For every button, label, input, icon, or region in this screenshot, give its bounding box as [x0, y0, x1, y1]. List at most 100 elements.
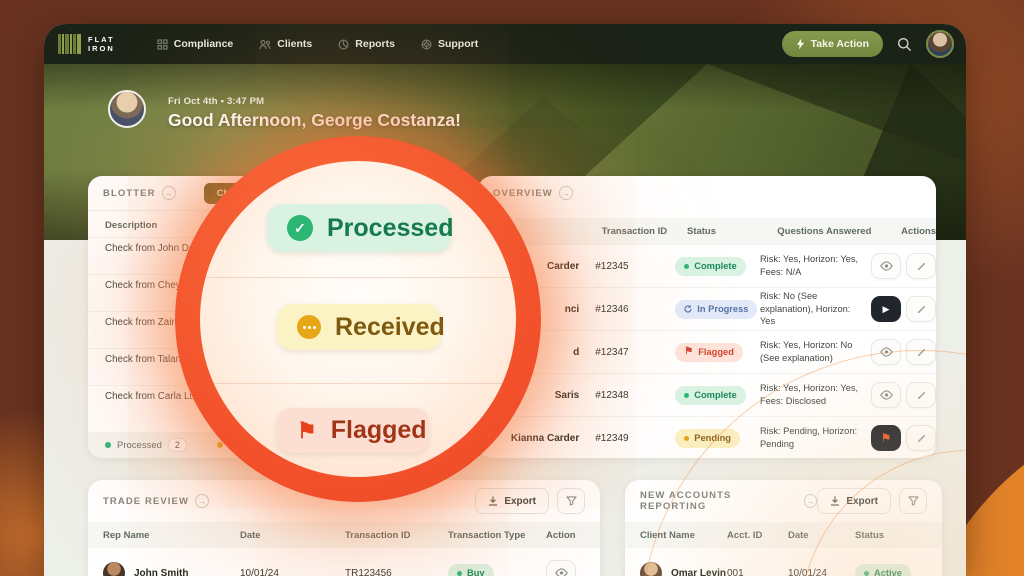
greeting-datetime: Fri Oct 4th • 3:47 PM	[168, 96, 264, 107]
status-badge-pending: Pending	[675, 428, 740, 448]
take-action-button[interactable]: Take Action	[781, 31, 883, 57]
overview-row[interactable]: Saris #12348 Complete Risk: Yes, Horizon…	[478, 373, 936, 416]
greeting-separator: •	[220, 96, 225, 107]
col-acct-id: Acct. ID	[727, 529, 763, 541]
view-button[interactable]	[546, 560, 576, 576]
magnified-divider	[200, 277, 516, 278]
status-dot-icon	[684, 263, 690, 269]
col-action: Action	[546, 529, 576, 541]
download-icon	[831, 496, 840, 506]
flag-icon: ⚑	[684, 346, 694, 357]
view-button[interactable]	[871, 253, 901, 279]
accounts-table-header: Client Name Acct. ID Date Status	[625, 522, 942, 548]
nav-item-compliance[interactable]: Compliance	[157, 38, 234, 50]
lifebuoy-icon	[421, 38, 432, 50]
overview-row[interactable]: Carder #12345 Complete Risk: Yes, Horizo…	[478, 244, 936, 287]
pencil-icon	[917, 434, 925, 442]
search-icon[interactable]	[897, 37, 912, 52]
status-badge-active: Active	[855, 563, 911, 576]
col-date: Date	[788, 529, 809, 541]
status-label: Pending	[694, 433, 731, 443]
nav-item-reports[interactable]: Reports	[338, 38, 395, 50]
col-questions: Questions Answered	[777, 225, 872, 237]
transaction-id: #12348	[595, 389, 629, 401]
flag-action-button[interactable]: ⚑	[871, 425, 901, 451]
processed-counter-label: Processed	[117, 439, 162, 451]
nav-menu: Compliance Clients Reports Support	[157, 38, 478, 50]
status-label: Complete	[694, 261, 737, 271]
arrow-circle-icon[interactable]: →	[558, 186, 573, 200]
trade-row[interactable]: John Smith 10/01/24 TR123456 Buy	[88, 556, 600, 576]
nav-label: Clients	[277, 38, 313, 50]
col-transaction-id: Transaction ID	[601, 225, 668, 237]
trade-date: 10/01/24	[240, 567, 279, 576]
overview-table-header: Transaction ID Status Questions Answered…	[478, 218, 936, 244]
check-circle-icon: ✓	[287, 215, 313, 241]
edit-button[interactable]	[906, 425, 936, 451]
filter-button[interactable]	[899, 488, 927, 514]
col-rep-name: Rep Name	[103, 529, 150, 541]
take-action-label: Take Action	[810, 38, 869, 50]
edit-button[interactable]	[906, 382, 936, 408]
nav-label: Support	[437, 38, 479, 50]
arrow-circle-icon[interactable]: →	[195, 494, 210, 508]
new-accounts-title: NEW ACCOUNTS REPORTING	[640, 490, 732, 512]
export-label: Export	[846, 495, 878, 507]
view-button[interactable]	[871, 339, 901, 365]
trade-transaction-id: TR123456	[345, 567, 392, 576]
funnel-icon	[565, 496, 577, 506]
play-button[interactable]: ▶	[871, 296, 901, 322]
col-status: Status	[686, 225, 717, 237]
export-button[interactable]: Export	[817, 488, 891, 514]
sync-icon	[684, 305, 692, 313]
new-accounts-card: NEW ACCOUNTS REPORTING → Export Client N…	[625, 480, 942, 576]
eye-icon	[554, 568, 568, 576]
badge-label: Received	[335, 312, 445, 341]
filter-button[interactable]	[557, 488, 585, 514]
brand-line2: IRON	[88, 44, 115, 53]
new-accounts-header: NEW ACCOUNTS REPORTING → Export	[625, 480, 942, 522]
user-avatar[interactable]	[926, 30, 954, 58]
arrow-circle-icon[interactable]: →	[161, 186, 176, 200]
magnifier-overlay: ✓ Processed Received ⚑ Flagged	[175, 136, 541, 502]
client-avatar	[640, 562, 662, 576]
col-date: Date	[240, 529, 261, 541]
edit-button[interactable]	[906, 339, 936, 365]
type-label: Buy	[467, 568, 485, 576]
export-button[interactable]: Export	[475, 488, 549, 514]
nav-item-support[interactable]: Support	[421, 38, 478, 50]
processed-dot-icon	[105, 442, 111, 448]
edit-button[interactable]	[906, 296, 936, 322]
overview-row[interactable]: nci #12346 In Progress Risk: No (See exp…	[478, 287, 936, 330]
blotter-title: BLOTTER	[103, 187, 156, 199]
acct-id: 001	[727, 567, 744, 576]
overview-row[interactable]: Kianna Carder #12349 Pending Risk: Pendi…	[478, 416, 936, 459]
overview-row[interactable]: d #12347 ⚑ Flagged Risk: Yes, Horizon: No…	[478, 330, 936, 373]
nav-item-clients[interactable]: Clients	[259, 38, 312, 50]
magnified-divider	[200, 383, 516, 384]
transaction-id: #12345	[595, 260, 629, 272]
funnel-icon	[907, 496, 919, 506]
questions-answered: Risk: Yes, Horizon: No (See explanation)	[759, 340, 853, 363]
status-badge-complete: Complete	[675, 385, 746, 405]
trade-review-title: TRADE REVIEW	[103, 495, 190, 507]
play-icon: ▶	[882, 303, 890, 314]
lightning-icon	[796, 38, 804, 50]
view-button[interactable]	[871, 382, 901, 408]
edit-button[interactable]	[906, 253, 936, 279]
greeting-title: Good Afternoon, George Costanza!	[168, 110, 461, 130]
status-dot-icon	[864, 570, 869, 576]
overview-title: OVERVIEW	[493, 187, 553, 199]
account-row[interactable]: Omar Levin 001 10/01/24 Active	[625, 556, 942, 576]
brand-logo[interactable]: FLAT IRON	[58, 34, 115, 54]
greeting-date: Fri Oct 4th	[168, 96, 218, 107]
client-name: Omar Levin	[671, 567, 727, 576]
nav-label: Compliance	[173, 38, 234, 50]
arrow-circle-icon[interactable]: →	[803, 494, 818, 508]
greeting-time: 3:47 PM	[226, 96, 265, 107]
questions-answered: Risk: Yes, Horizon: Yes, Fees: N/A	[759, 254, 859, 277]
ellipsis-circle-icon	[297, 315, 321, 339]
status-badge-in-progress: In Progress	[675, 299, 758, 319]
export-label: Export	[504, 495, 536, 507]
col-transaction-type: Transaction Type	[448, 529, 526, 541]
